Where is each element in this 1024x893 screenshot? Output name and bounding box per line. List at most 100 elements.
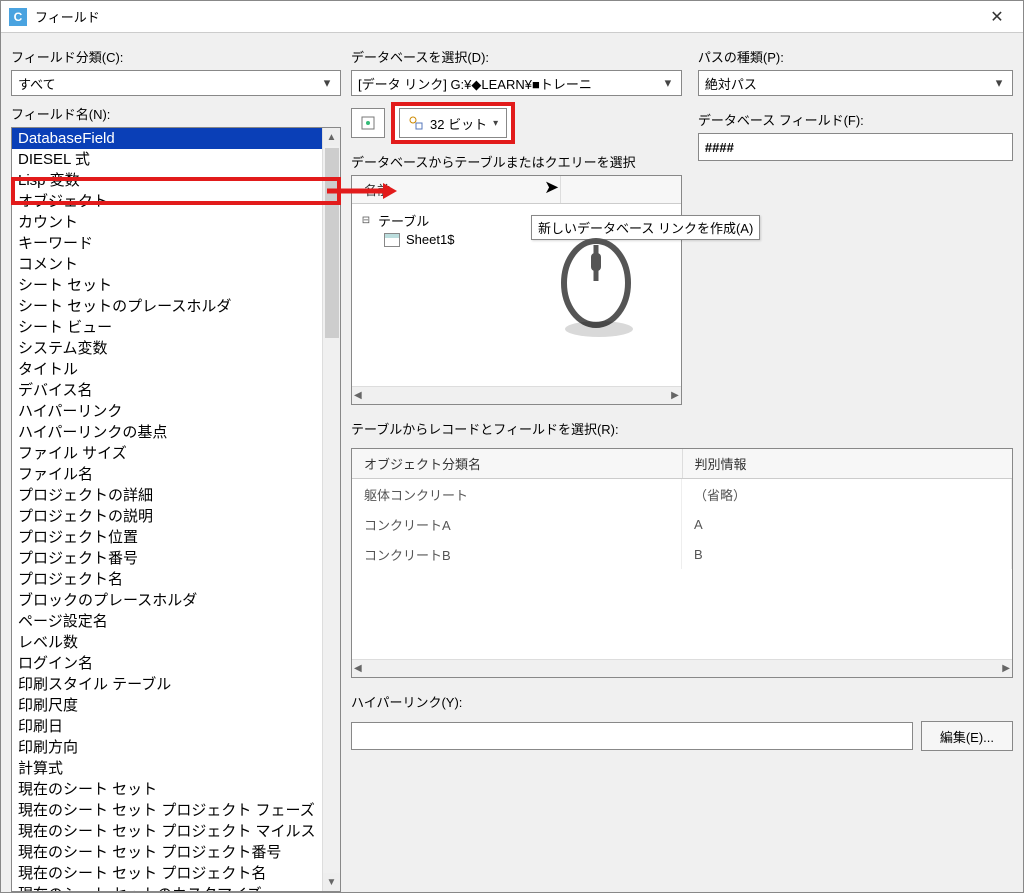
scroll-down-icon[interactable]: ▼ [323, 873, 340, 891]
field-category-combo[interactable]: すべて ▾ [11, 70, 341, 96]
record-header-1[interactable]: オブジェクト分類名 [352, 449, 683, 478]
list-item[interactable]: カウント [12, 212, 322, 233]
list-item[interactable]: ページ設定名 [12, 611, 322, 632]
list-item[interactable]: プロジェクト名 [12, 569, 322, 590]
vertical-scrollbar[interactable]: ▲ ▼ [322, 128, 340, 891]
list-item[interactable]: ログイン名 [12, 653, 322, 674]
list-item[interactable]: DIESEL 式 [12, 149, 322, 170]
list-item[interactable]: 計算式 [12, 758, 322, 779]
tree-header-desc[interactable] [561, 176, 681, 203]
chevron-down-icon: ▾ [990, 75, 1008, 91]
list-item[interactable]: プロジェクト位置 [12, 527, 322, 548]
list-item[interactable]: 現在のシート セット プロジェクト名 [12, 863, 322, 884]
collapse-icon[interactable]: ⊟ [360, 215, 372, 227]
list-item[interactable]: シート セットのプレースホルダ [12, 296, 322, 317]
list-item[interactable]: 現在のシート セット [12, 779, 322, 800]
table-row[interactable]: 躯体コンクリート（省略） [352, 479, 1012, 509]
bits-dropdown[interactable]: 32 ビット ▾ [399, 108, 507, 138]
table-icon [384, 233, 400, 247]
horizontal-scrollbar[interactable]: ◀ ▶ [352, 659, 1012, 677]
scroll-left-icon[interactable]: ◀ [354, 663, 362, 674]
highlight-box-bits: 32 ビット ▾ [391, 102, 515, 144]
scroll-right-icon[interactable]: ▶ [1002, 663, 1010, 674]
list-item[interactable]: ファイル サイズ [12, 443, 322, 464]
list-item[interactable]: ブロックのプレースホルダ [12, 590, 322, 611]
db-field-value: #### [705, 140, 734, 155]
list-item[interactable]: 現在のシート セットのカスタマイズ [12, 884, 322, 891]
tree-child-label: Sheet1$ [406, 232, 454, 247]
scroll-thumb[interactable] [325, 148, 339, 338]
list-item[interactable]: 印刷方向 [12, 737, 322, 758]
table-row[interactable]: コンクリートBB [352, 539, 1012, 569]
record-table-body[interactable]: 躯体コンクリート（省略）コンクリートAAコンクリートBB [352, 479, 1012, 659]
database-select-label: データベースを選択(D): [351, 47, 682, 66]
from-db-label: データベースからテーブルまたはクエリーを選択 [351, 152, 682, 171]
table-cell: B [682, 539, 1012, 569]
list-item[interactable]: 印刷日 [12, 716, 322, 737]
table-cell: A [682, 509, 1012, 539]
list-item[interactable]: 印刷スタイル テーブル [12, 674, 322, 695]
tree-header: 名前 [352, 176, 681, 204]
list-item[interactable]: プロジェクトの説明 [12, 506, 322, 527]
db-field-label: データベース フィールド(F): [698, 110, 1013, 129]
list-item[interactable]: レベル数 [12, 632, 322, 653]
list-item[interactable]: プロジェクト番号 [12, 548, 322, 569]
list-item[interactable]: 現在のシート セット プロジェクト番号 [12, 842, 322, 863]
table-cell: （省略） [682, 479, 1012, 509]
db-field-value-box: #### [698, 133, 1013, 161]
tree-root-label: テーブル [378, 211, 429, 230]
field-category-value: すべて [18, 74, 56, 93]
table-cell: 躯体コンクリート [352, 479, 682, 509]
scroll-right-icon[interactable]: ▶ [671, 390, 679, 401]
list-item[interactable]: プロジェクトの詳細 [12, 485, 322, 506]
list-item[interactable]: 印刷尺度 [12, 695, 322, 716]
field-names-listbox[interactable]: DatabaseFieldDIESEL 式Lisp 変数オブジェクトカウントキー… [11, 127, 341, 892]
app-icon: C [9, 8, 27, 26]
titlebar: C フィールド ✕ [1, 1, 1023, 33]
mouse-click-annotation [551, 233, 641, 343]
hyperlink-input[interactable] [351, 722, 913, 750]
list-item[interactable]: コメント [12, 254, 322, 275]
scroll-up-icon[interactable]: ▲ [323, 128, 340, 146]
list-item[interactable]: ファイル名 [12, 464, 322, 485]
table-cell: コンクリートA [352, 509, 682, 539]
db-tool-button-1[interactable] [351, 108, 385, 138]
record-select-label: テーブルからレコードとフィールドを選択(R): [351, 419, 1013, 438]
chevron-down-icon: ▾ [493, 118, 498, 129]
field-category-label: フィールド分類(C): [11, 47, 341, 66]
list-item[interactable]: オブジェクト [12, 191, 322, 212]
database-select-combo[interactable]: [データ リンク] G:¥◆LEARN¥■トレーニ ▾ [351, 70, 682, 96]
scroll-left-icon[interactable]: ◀ [354, 390, 362, 401]
window-title: フィールド [35, 7, 979, 26]
list-item[interactable]: デバイス名 [12, 380, 322, 401]
cursor-arrow-icon: ➤ [544, 177, 559, 198]
table-cell: コンクリートB [352, 539, 682, 569]
table-row[interactable]: コンクリートAA [352, 509, 1012, 539]
list-item[interactable]: ハイパーリンクの基点 [12, 422, 322, 443]
list-item[interactable]: シート セット [12, 275, 322, 296]
list-item[interactable]: ハイパーリンク [12, 401, 322, 422]
red-arrow-annotation [327, 181, 397, 201]
field-dialog: C フィールド ✕ 新しいデータベース リンクを作成(A) ➤ フィールド分類(… [0, 0, 1024, 893]
list-item[interactable]: タイトル [12, 359, 322, 380]
list-item[interactable]: シート ビュー [12, 317, 322, 338]
list-item[interactable]: システム変数 [12, 338, 322, 359]
record-header-2[interactable]: 判別情報 [683, 449, 1013, 478]
path-type-label: パスの種類(P): [698, 47, 1013, 66]
list-item[interactable]: Lisp 変数 [12, 170, 322, 191]
horizontal-scrollbar[interactable]: ◀ ▶ [352, 386, 681, 404]
database-select-value: [データ リンク] G:¥◆LEARN¥■トレーニ [358, 74, 592, 93]
bits-label: 32 ビット [430, 114, 487, 133]
record-table: オブジェクト分類名 判別情報 躯体コンクリート（省略）コンクリートAAコンクリー… [351, 448, 1013, 678]
chevron-down-icon: ▾ [318, 75, 336, 91]
list-item[interactable]: DatabaseField [12, 128, 322, 149]
list-item[interactable]: キーワード [12, 233, 322, 254]
list-item[interactable]: 現在のシート セット プロジェクト フェーズ [12, 800, 322, 821]
hyperlink-label: ハイパーリンク(Y): [351, 692, 1013, 711]
edit-button[interactable]: 編集(E)... [921, 721, 1013, 751]
path-type-combo[interactable]: 絶対パス ▾ [698, 70, 1013, 96]
list-item[interactable]: 現在のシート セット プロジェクト マイルス [12, 821, 322, 842]
db-toolbar: 32 ビット ▾ [351, 102, 682, 144]
record-table-header: オブジェクト分類名 判別情報 [352, 449, 1012, 479]
close-button[interactable]: ✕ [979, 3, 1015, 31]
